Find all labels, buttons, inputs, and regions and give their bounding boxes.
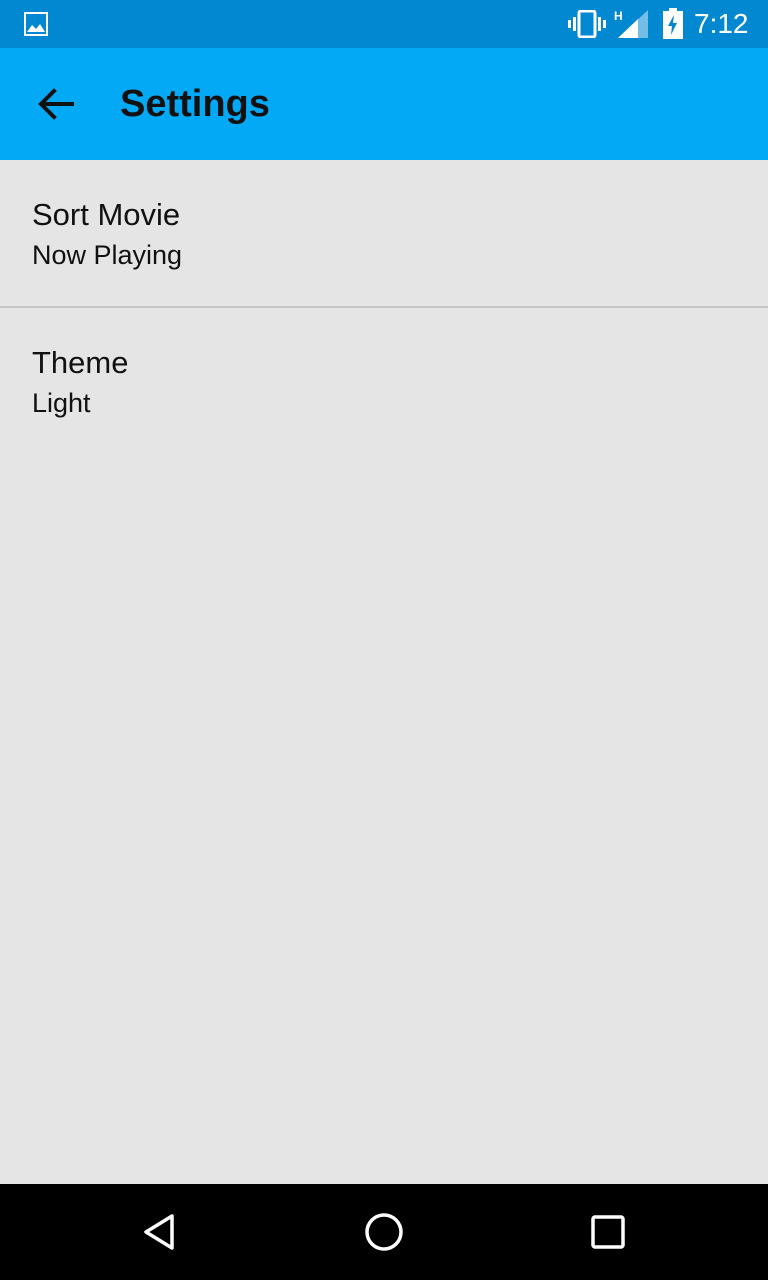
vibrate-icon xyxy=(568,10,606,38)
preference-theme[interactable]: Theme Light xyxy=(0,308,768,454)
gallery-icon xyxy=(24,12,48,36)
status-clock: 7:12 xyxy=(694,8,749,39)
arrow-left-icon xyxy=(38,88,74,120)
status-bar: H 7:12 xyxy=(0,0,768,48)
battery-charging-icon xyxy=(663,8,683,39)
preference-sort-movie[interactable]: Sort Movie Now Playing xyxy=(0,160,768,306)
navigation-bar xyxy=(0,1184,768,1280)
preference-summary: Now Playing xyxy=(32,240,183,270)
network-type-label: H xyxy=(614,9,623,23)
back-button[interactable] xyxy=(24,80,88,128)
signal-icon: H xyxy=(614,9,648,38)
preference-title: Sort Movie xyxy=(32,197,181,232)
preference-summary: Light xyxy=(32,388,91,418)
preferences-list: Sort Movie Now Playing Theme Light xyxy=(0,160,768,1184)
recents-square-icon[interactable] xyxy=(584,1208,632,1256)
app-bar: Settings xyxy=(0,48,768,160)
back-triangle-icon[interactable] xyxy=(136,1208,184,1256)
preference-title: Theme xyxy=(32,345,129,380)
page-title: Settings xyxy=(120,83,270,125)
home-circle-icon[interactable] xyxy=(360,1208,408,1256)
